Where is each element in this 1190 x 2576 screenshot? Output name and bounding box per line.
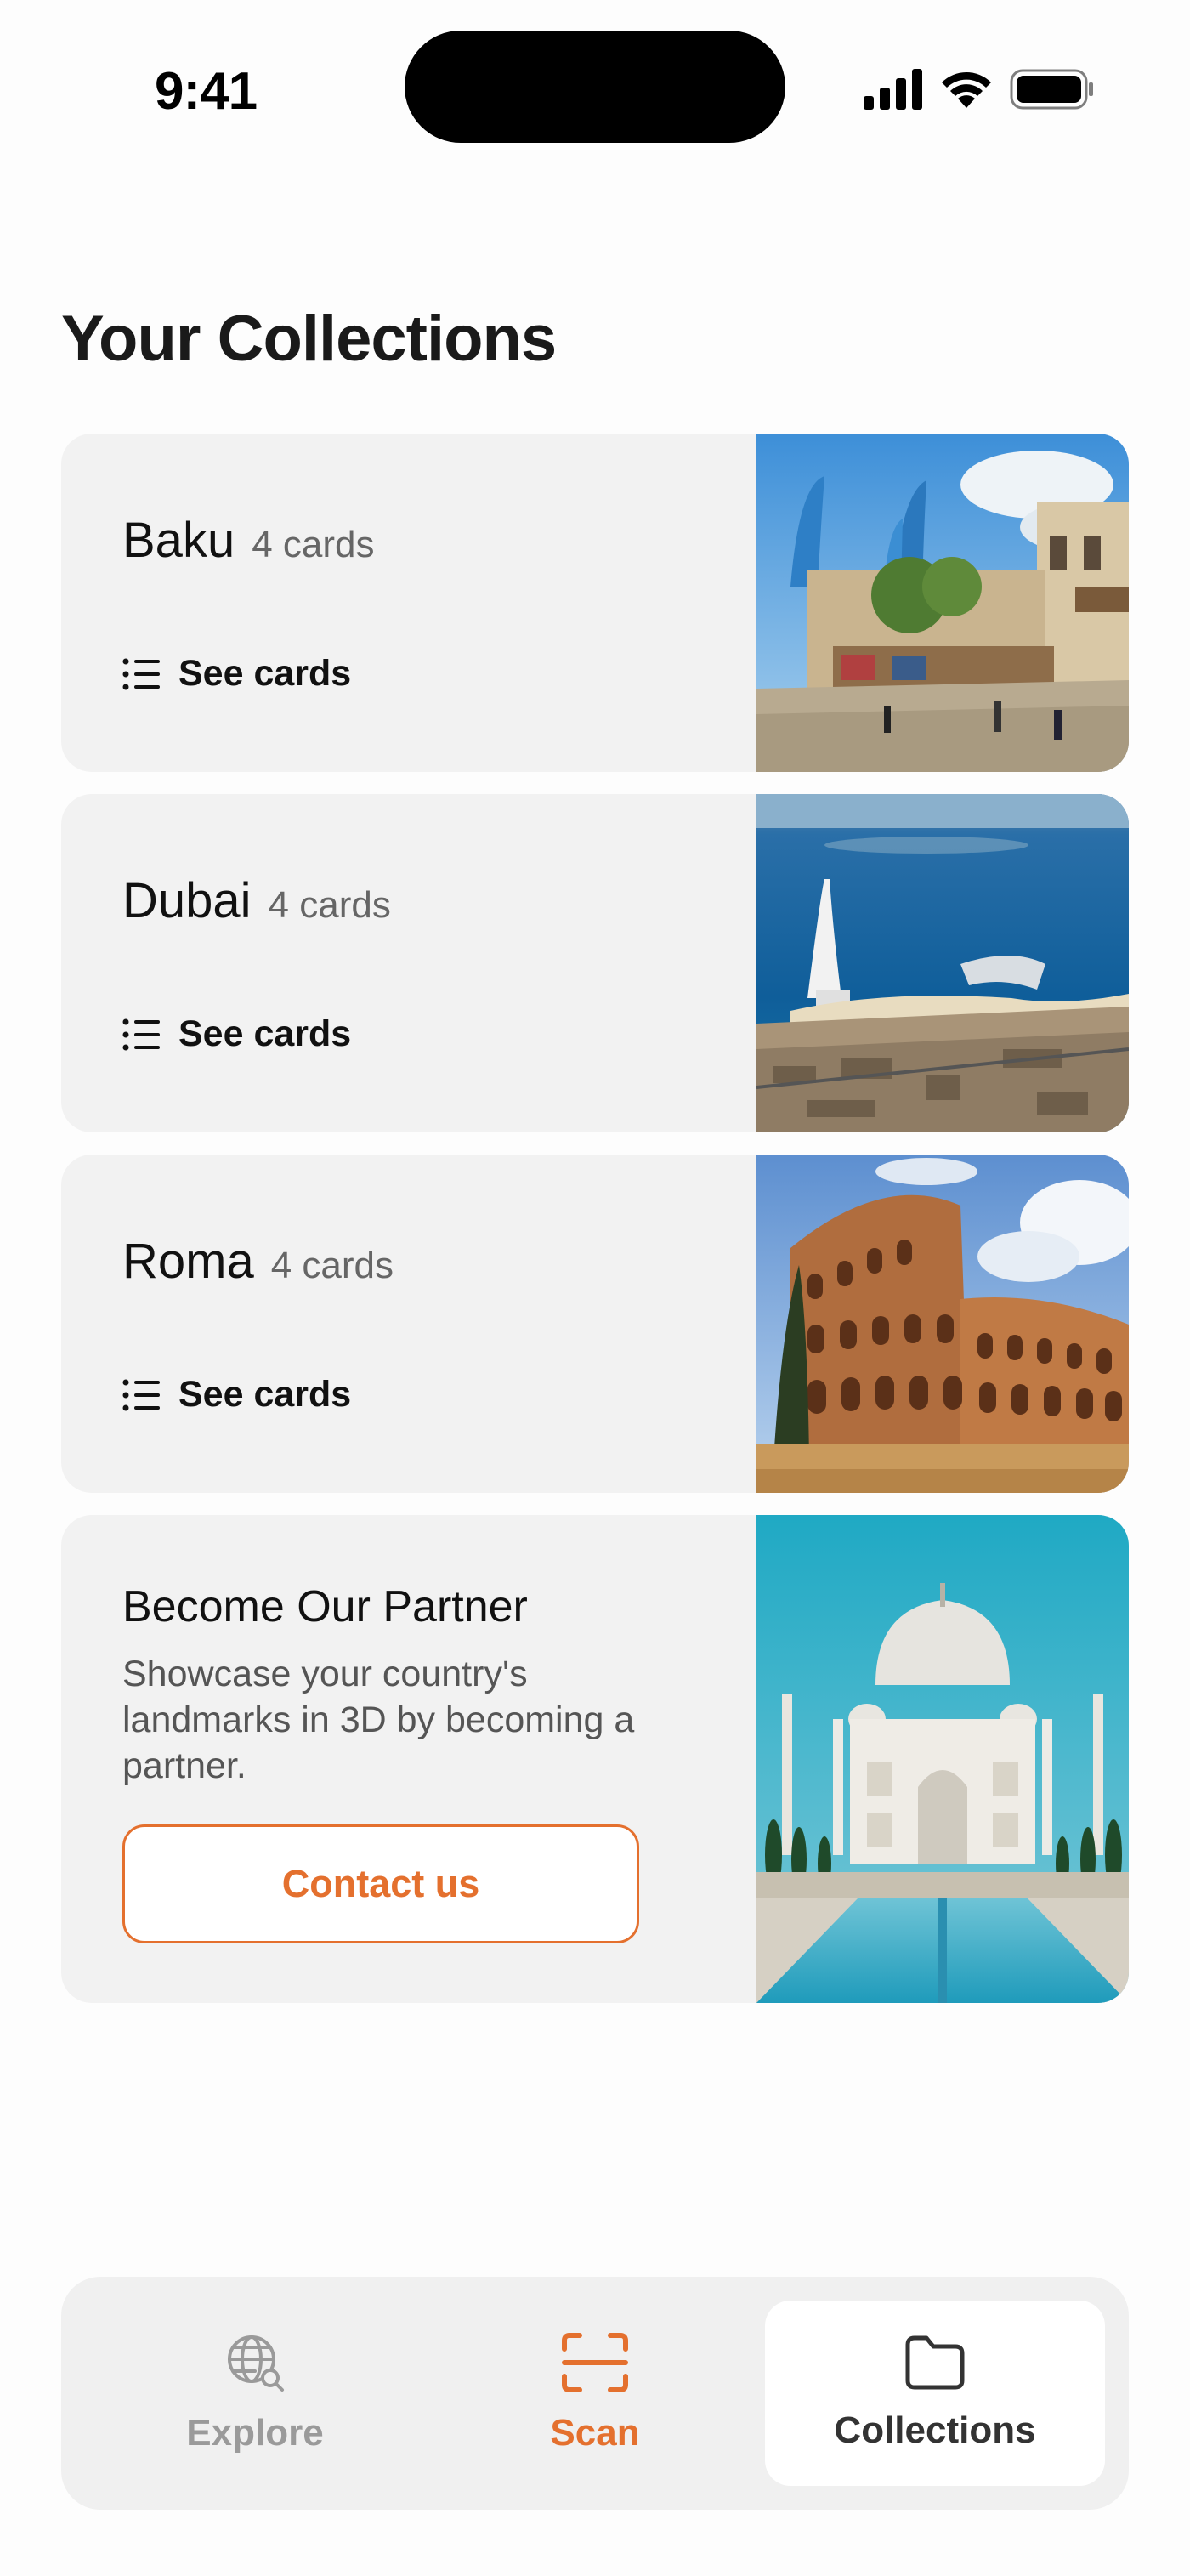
collections-screen: 9:41 Your Collections Baku 4 cards See c… xyxy=(0,0,1190,2576)
baku-flame-towers-photo xyxy=(756,434,1129,772)
partner-card: Become Our Partner Showcase your country… xyxy=(61,1515,1129,2003)
list-icon xyxy=(122,658,160,689)
dubai-burj-al-arab-photo xyxy=(756,794,1129,1132)
collection-card-dubai[interactable]: Dubai 4 cards See cards xyxy=(61,794,1129,1132)
globe-search-icon xyxy=(228,2335,284,2392)
tab-collections-label: Collections xyxy=(834,2409,1036,2451)
partner-title: Become Our Partner xyxy=(122,1582,528,1631)
collection-card-roma[interactable]: Roma 4 cards See cards xyxy=(61,1155,1129,1493)
tab-explore-label: Explore xyxy=(186,2412,324,2454)
see-cards-button[interactable]: See cards xyxy=(122,1374,351,1416)
page-title: Your Collections xyxy=(61,303,557,375)
see-cards-label: See cards xyxy=(178,1013,352,1054)
collection-card-baku[interactable]: Baku 4 cards See cards xyxy=(61,434,1129,772)
list-icon xyxy=(122,1018,160,1050)
wifi-icon xyxy=(942,71,991,108)
status-icons xyxy=(864,66,1095,112)
collection-card-count: 4 cards xyxy=(268,884,391,926)
partner-description: Showcase your country's landmarks in 3D … xyxy=(122,1654,635,1786)
tab-scan[interactable]: Scan xyxy=(425,2301,765,2486)
status-time: 9:41 xyxy=(155,62,258,121)
collection-name: Dubai 4 cards xyxy=(122,873,391,928)
collection-card-count: 4 cards xyxy=(252,524,375,565)
scan-frame-icon xyxy=(562,2333,628,2392)
see-cards-label: See cards xyxy=(178,653,352,694)
battery-icon xyxy=(1010,69,1093,110)
folder-icon xyxy=(905,2335,965,2390)
collection-card-count: 4 cards xyxy=(270,1245,394,1286)
contact-us-button[interactable]: Contact us xyxy=(122,1824,639,1943)
see-cards-button[interactable]: See cards xyxy=(122,1013,351,1055)
bottom-tab-bar: Explore Scan Collections xyxy=(61,2277,1129,2510)
see-cards-label: See cards xyxy=(178,1374,352,1415)
collection-name: Baku 4 cards xyxy=(122,513,375,568)
rome-colosseum-photo xyxy=(756,1155,1129,1493)
taj-mahal-photo xyxy=(756,1515,1129,2003)
cellular-signal-icon xyxy=(864,69,922,110)
see-cards-button[interactable]: See cards xyxy=(122,653,351,695)
list-icon xyxy=(122,1379,160,1410)
collection-name: Roma 4 cards xyxy=(122,1234,394,1289)
dynamic-island xyxy=(405,31,785,143)
tab-explore[interactable]: Explore xyxy=(85,2301,425,2486)
tab-scan-label: Scan xyxy=(550,2412,640,2454)
tab-collections[interactable]: Collections xyxy=(765,2301,1105,2486)
